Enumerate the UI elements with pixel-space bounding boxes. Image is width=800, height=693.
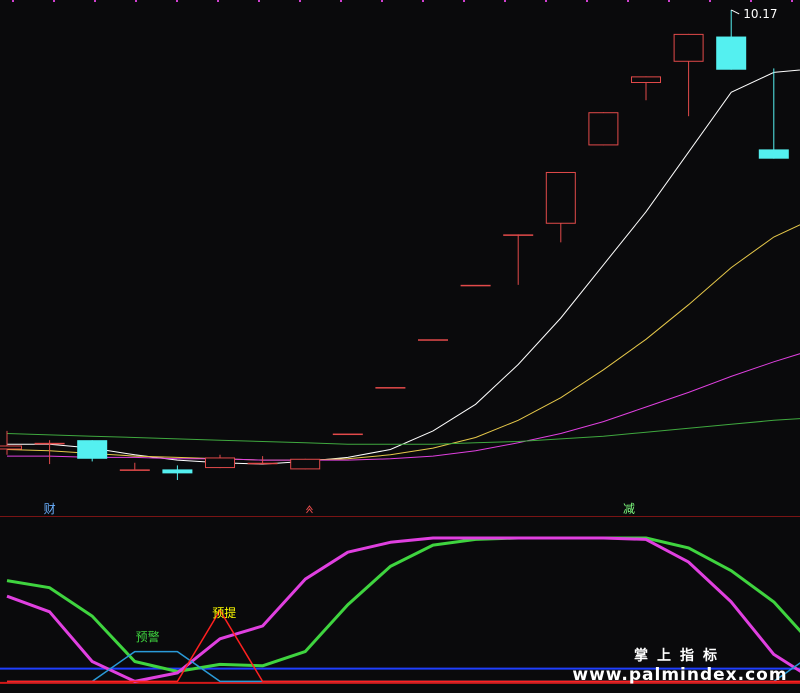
- candle-body: [247, 462, 278, 465]
- arrow-marker: [306, 505, 313, 514]
- candle-body: [460, 284, 491, 287]
- candle-body: [375, 387, 406, 389]
- watermark-cn: 掌上指标: [634, 648, 726, 664]
- candle-body: [758, 149, 789, 159]
- grid-dot: [709, 0, 711, 2]
- event-marker: 财: [44, 502, 56, 516]
- grid-dot: [504, 0, 506, 2]
- grid-dot: [217, 0, 219, 2]
- candle-body: [332, 433, 363, 436]
- grid-dot: [53, 0, 55, 2]
- watermark: 掌上指标 www.palmindex.com: [560, 645, 800, 685]
- grid-dot: [94, 0, 96, 2]
- indicator-label: 预提: [212, 605, 236, 620]
- candle-body: [503, 234, 534, 236]
- candle-body: [545, 171, 576, 224]
- grid-dot: [750, 0, 752, 2]
- grid-dot: [12, 0, 14, 2]
- grid-dot: [176, 0, 178, 2]
- price-label-pointer: [730, 9, 740, 15]
- grid-dot: [299, 0, 301, 2]
- candle-body: [77, 440, 108, 459]
- price-label: 10.17: [743, 7, 777, 21]
- ma-line-2: [6, 224, 800, 461]
- grid-dot: [381, 0, 383, 2]
- grid-dot: [586, 0, 588, 2]
- candle-body: [290, 458, 321, 470]
- grid-dot: [422, 0, 424, 2]
- candle-body: [673, 33, 704, 62]
- candle-body: [631, 76, 661, 84]
- grid-dot: [791, 0, 793, 2]
- grid-dot: [340, 0, 342, 2]
- candle-body: [588, 112, 619, 146]
- candle-body: [418, 339, 448, 341]
- candle-body: [119, 469, 150, 471]
- indicator-label: 预警: [136, 629, 160, 644]
- candle-body: [0, 445, 22, 450]
- ma-line-1: [7, 69, 800, 465]
- candle-body: [34, 442, 65, 445]
- event-marker: 减: [623, 502, 635, 516]
- ma-line-4: [6, 418, 800, 445]
- candle-body: [716, 36, 747, 70]
- watermark-url: www.palmindex.com: [572, 665, 788, 685]
- candle-body: [205, 457, 235, 469]
- grid-dot: [668, 0, 670, 2]
- grid-dot: [627, 0, 629, 2]
- grid-dot: [135, 0, 137, 2]
- stock-chart: 10.17 财 减预警 预提: [0, 0, 800, 684]
- grid-dot: [258, 0, 260, 2]
- candle-body: [162, 469, 193, 474]
- grid-dot: [545, 0, 547, 2]
- grid-dot: [463, 0, 465, 2]
